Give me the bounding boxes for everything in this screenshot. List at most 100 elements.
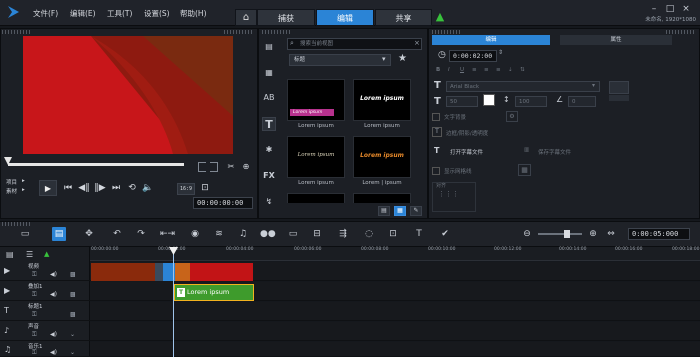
motion-tracking-icon[interactable]: ●● <box>260 227 276 241</box>
mute-icon[interactable]: ◀) <box>50 349 57 356</box>
maximize-icon[interactable]: □ <box>664 4 676 14</box>
add-track-icon[interactable]: ▲ <box>44 250 49 258</box>
aspect-ratio-select[interactable]: 16:9 <box>177 183 195 195</box>
title-thumbnail[interactable]: Lorem ipsum <box>353 136 411 178</box>
title-icon[interactable]: T <box>262 117 276 131</box>
record-capture-icon[interactable]: ◉ <box>188 227 202 241</box>
panel-grip[interactable] <box>2 222 32 226</box>
time-remap-icon[interactable]: ⇶ <box>336 227 350 241</box>
mask-creator-icon[interactable]: ◌ <box>362 227 376 241</box>
border-shadow-icon[interactable]: T <box>432 127 442 137</box>
expand-chevron-icon[interactable]: ⌄ <box>70 331 75 338</box>
add-favorite-icon[interactable]: ★ <box>398 53 407 64</box>
graphics-icon[interactable]: ✱ <box>262 143 276 157</box>
mute-icon[interactable]: ◀) <box>50 291 57 298</box>
go-end-icon[interactable]: ⏭ <box>110 182 122 194</box>
text-background-settings-icon[interactable]: ⚙ <box>506 111 518 122</box>
instant-project-icon[interactable]: ▦ <box>262 66 276 80</box>
title-thumbnail[interactable] <box>353 193 411 203</box>
menu-edit[interactable]: 编辑(E) <box>70 8 96 19</box>
underline-icon[interactable]: U <box>460 67 464 73</box>
voice-lane[interactable] <box>90 322 700 341</box>
save-subtitle-button[interactable]: 保存字幕文件 <box>538 148 571 156</box>
track-header-title[interactable]: T 标题1 ⚿ ▩ <box>0 302 90 321</box>
auto-music-icon[interactable]: ♫ <box>236 227 250 241</box>
tab-attributes[interactable]: 属性 <box>560 35 672 45</box>
split-clip-icon[interactable]: ✂ <box>225 161 237 173</box>
subtitle-editor-icon[interactable]: ▭ <box>286 227 300 241</box>
italic-icon[interactable]: I <box>448 67 450 73</box>
title-clip[interactable]: T Lorem ipsum <box>174 284 254 301</box>
filter-fx-icon[interactable]: FX <box>262 169 276 183</box>
playhead[interactable] <box>173 247 174 357</box>
thumbnail-view-icon[interactable]: ▦ <box>394 206 406 216</box>
panel-grip[interactable] <box>262 30 292 34</box>
duration-stepper[interactable]: ⇕ <box>498 49 503 56</box>
fit-project-icon[interactable]: ⇤⇥ <box>160 227 175 241</box>
play-button[interactable]: ▶ <box>39 180 57 196</box>
font-size-input[interactable]: 50 <box>446 96 478 107</box>
timeline-view-icon[interactable]: ▤ <box>52 227 66 241</box>
zoom-out-icon[interactable]: ⊖ <box>520 227 534 241</box>
video-preview[interactable] <box>23 36 233 154</box>
close-icon[interactable]: × <box>680 4 692 14</box>
tab-edit-options[interactable]: 编辑 <box>432 35 550 45</box>
storyboard-view-icon[interactable]: ▭ <box>18 227 32 241</box>
minimize-icon[interactable]: – <box>648 4 660 14</box>
bold-icon[interactable]: B <box>436 67 440 73</box>
next-frame-icon[interactable]: ‖▶ <box>94 182 106 194</box>
scrub-bar[interactable] <box>8 163 184 166</box>
align-right-icon[interactable]: ≡ <box>496 67 501 73</box>
menu-tools[interactable]: 工具(T) <box>107 8 132 19</box>
repeat-icon[interactable]: ⟲ <box>126 182 138 194</box>
align-grid-icon[interactable]: ⋮⋮⋮ <box>438 190 459 198</box>
preview-size-icon[interactable]: ⊡ <box>199 182 211 194</box>
expand-chevron-icon[interactable]: ⌄ <box>70 349 75 356</box>
menu-file[interactable]: 文件(F) <box>33 8 58 19</box>
track-header-music[interactable]: ♫ 音乐1 ⚿ ◀) ⌄ <box>0 342 90 357</box>
lock-icon[interactable]: ⚿ <box>32 291 37 299</box>
panel-grip[interactable] <box>666 30 696 34</box>
split-screen-icon[interactable]: ✔ <box>438 227 452 241</box>
track-header-video[interactable]: ▶ 视频 ⚿ ◀) ▩ <box>0 262 90 281</box>
zoom-preview-icon[interactable]: ⊕ <box>240 161 252 173</box>
panel-grip[interactable] <box>432 30 462 34</box>
track-header-voice[interactable]: ♪ 声音 ⚿ ◀) ⌄ <box>0 322 90 341</box>
text-direction-icon[interactable]: ⇅ <box>520 67 525 73</box>
list-view-icon[interactable]: ▤ <box>378 206 390 216</box>
panel-grip[interactable] <box>2 30 32 34</box>
ripple-icon[interactable]: ▩ <box>70 291 76 298</box>
align-left-icon[interactable]: ≡ <box>472 67 477 73</box>
tab-capture[interactable]: 捕获 <box>257 9 315 26</box>
lock-icon[interactable]: ⚿ <box>32 311 37 319</box>
timeline-timecode[interactable]: 0:00:05:000 <box>628 228 690 240</box>
mute-icon[interactable]: ◀) <box>50 271 57 278</box>
menu-settings[interactable]: 设置(S) <box>144 8 170 19</box>
lock-icon[interactable]: ⚿ <box>32 271 37 279</box>
undo-icon[interactable]: ↶ <box>110 227 124 241</box>
video-clip[interactable] <box>190 263 253 281</box>
text-color-select[interactable] <box>609 81 629 94</box>
media-icon[interactable]: ▤ <box>262 40 276 54</box>
music-lane[interactable] <box>90 342 700 357</box>
zoom-in-icon[interactable]: ⊕ <box>586 227 600 241</box>
upload-arrow-icon[interactable]: ▲ <box>432 9 448 26</box>
title-thumbnail[interactable]: Lorem ipsum <box>353 79 411 121</box>
transition-icon[interactable]: AB <box>262 91 276 105</box>
mute-icon[interactable]: ◀) <box>50 331 57 338</box>
title-lane[interactable] <box>90 302 700 321</box>
tab-share[interactable]: 共享 <box>375 9 432 26</box>
mode-project[interactable]: 项目 <box>6 178 17 186</box>
transition-clip[interactable] <box>155 263 163 281</box>
color-swatch[interactable] <box>483 94 495 106</box>
ripple-icon[interactable]: ▩ <box>70 271 76 278</box>
menu-help[interactable]: 帮助(H) <box>180 8 207 19</box>
border-shadow-label[interactable]: 边框/阴影/透明度 <box>446 129 488 137</box>
chapter-icon[interactable]: ☰ <box>26 250 33 259</box>
title-thumbnail[interactable]: Lorem ipsum <box>287 136 345 178</box>
3d-title-icon[interactable]: T <box>412 227 426 241</box>
title-thumbnail[interactable] <box>287 193 345 203</box>
ripple-icon[interactable]: ▩ <box>70 311 76 318</box>
angle-input[interactable]: 0 <box>568 96 596 107</box>
track-manager-icon[interactable]: ▤ <box>6 250 14 259</box>
